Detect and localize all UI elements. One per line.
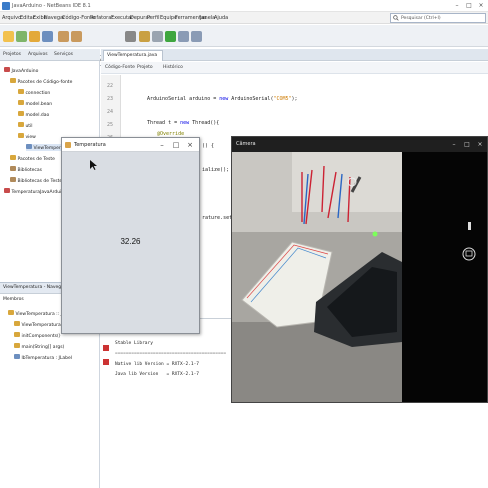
tree-item-util[interactable]: util bbox=[18, 122, 33, 129]
line-number: 24 bbox=[107, 109, 114, 115]
build-hammer-icon[interactable] bbox=[139, 31, 150, 42]
menu-refatorar[interactable]: Refatorar bbox=[90, 15, 113, 21]
new-file-icon[interactable] bbox=[3, 31, 14, 42]
video-mode-icon[interactable] bbox=[468, 222, 471, 230]
undo-icon[interactable] bbox=[58, 31, 69, 42]
code-line[interactable]: ArduinoSerial arduino = new ArduinoSeria… bbox=[147, 96, 298, 102]
redo-icon[interactable] bbox=[71, 31, 82, 42]
menu-ajuda[interactable]: Ajuda bbox=[214, 15, 228, 21]
run-icon[interactable] bbox=[165, 31, 176, 42]
nav-item-main[interactable]: main(String[] args) bbox=[14, 343, 64, 350]
code-line[interactable]: Thread t = new Thread(){ bbox=[147, 120, 219, 126]
nav-item-lbtemperatura[interactable]: lbTemperatura : JLabel bbox=[14, 354, 72, 361]
new-project-icon[interactable] bbox=[16, 31, 27, 42]
nav-item-initcomponents[interactable]: initComponents() bbox=[14, 332, 61, 339]
temperature-window-title: Temperatura bbox=[74, 142, 106, 148]
code-line[interactable]: ialize(); bbox=[202, 167, 229, 173]
tree-item-test-packages[interactable]: Pacotes de Teste bbox=[10, 155, 55, 162]
temperature-value: 32.26 bbox=[120, 237, 141, 246]
tree-item-model-bean[interactable]: model.bean bbox=[18, 100, 52, 107]
editor-tabs: ViewTemperatura.java bbox=[101, 49, 488, 61]
save-all-icon[interactable] bbox=[42, 31, 53, 42]
tab-codigo-fonte[interactable]: Código-Fonte bbox=[105, 65, 135, 70]
tab-projetos[interactable]: Projetos bbox=[3, 52, 21, 57]
menu-janela[interactable]: Janela bbox=[200, 15, 215, 21]
minimize-icon[interactable]: – bbox=[452, 2, 462, 10]
menu-arquivo[interactable]: Arquivo bbox=[2, 15, 21, 21]
java-app-icon bbox=[65, 142, 71, 148]
search-icon bbox=[393, 15, 399, 21]
maximize-icon[interactable]: □ bbox=[170, 140, 182, 150]
camera-titlebar: Câmera – □ × bbox=[232, 137, 487, 152]
editor-tab-viewtemperatura[interactable]: ViewTemperatura.java bbox=[103, 50, 163, 61]
mouse-cursor-icon bbox=[90, 160, 97, 170]
settings-gear-icon[interactable] bbox=[125, 31, 136, 42]
nav-item-constructor[interactable]: ViewTemperatura() bbox=[14, 321, 64, 328]
main-toolbar: <config. default> bbox=[0, 25, 488, 66]
navigator-filter[interactable]: Membros bbox=[3, 297, 24, 302]
close-icon[interactable]: × bbox=[476, 2, 486, 10]
tree-item-connection[interactable]: connection bbox=[18, 89, 50, 96]
netbeans-app-icon bbox=[2, 2, 10, 10]
tree-item-libraries[interactable]: Bibliotecas bbox=[10, 166, 42, 173]
output-line: Java lib Version = RXTX-2.1-7 bbox=[115, 372, 199, 377]
maximize-icon[interactable]: □ bbox=[461, 140, 473, 149]
clean-build-icon[interactable] bbox=[152, 31, 163, 42]
line-number: 23 bbox=[107, 96, 114, 102]
tree-item-view[interactable]: view bbox=[18, 133, 36, 140]
output-line: Native lib Version = RXTX-2.1-7 bbox=[115, 362, 199, 367]
tree-item-source-packages[interactable]: Pacotes de Código-fonte bbox=[10, 78, 72, 85]
minimize-icon[interactable]: – bbox=[448, 140, 460, 149]
output-line: ========================================… bbox=[115, 351, 227, 356]
tree-item-project[interactable]: JavaArduino bbox=[4, 67, 38, 74]
minimize-icon[interactable]: – bbox=[156, 140, 168, 150]
tab-projeto[interactable]: Projeto bbox=[137, 65, 153, 70]
maximize-icon[interactable]: □ bbox=[464, 2, 474, 10]
profile-icon[interactable] bbox=[191, 31, 202, 42]
camera-window: Câmera – □ × bbox=[231, 136, 488, 403]
open-project-icon[interactable] bbox=[29, 31, 40, 42]
search-input[interactable]: Pesquisar (Ctrl+I) bbox=[390, 13, 486, 23]
tab-servicos[interactable]: Serviços bbox=[54, 52, 73, 57]
stop-icon[interactable] bbox=[103, 359, 109, 365]
code-line[interactable]: () { bbox=[202, 143, 214, 149]
project-tabs: Projetos Arquivos Serviços bbox=[0, 49, 100, 61]
tab-historico[interactable]: Histórico bbox=[163, 65, 183, 70]
debug-icon[interactable] bbox=[178, 31, 189, 42]
close-icon[interactable]: × bbox=[474, 140, 486, 149]
temperature-titlebar: Temperatura – □ × bbox=[62, 138, 199, 152]
temperature-window: Temperatura – □ × 32.26 bbox=[61, 137, 200, 334]
line-number: 25 bbox=[107, 122, 114, 128]
camera-feed bbox=[232, 152, 487, 402]
tab-arquivos[interactable]: Arquivos bbox=[28, 52, 48, 57]
line-number: 22 bbox=[107, 83, 114, 89]
window-title: JavaArduino - NetBeans IDE 8.1 bbox=[12, 3, 91, 9]
camera-window-title: Câmera bbox=[236, 141, 256, 147]
search-placeholder: Pesquisar (Ctrl+I) bbox=[401, 16, 441, 21]
tree-item-model-dao[interactable]: model.dao bbox=[18, 111, 49, 118]
menu-perfil[interactable]: Perfil bbox=[147, 15, 160, 21]
editor-toolbar: Código-Fonte Projeto Histórico bbox=[101, 62, 488, 74]
close-icon[interactable]: × bbox=[184, 140, 196, 150]
stop-icon[interactable] bbox=[103, 345, 109, 351]
tree-item-test-libraries[interactable]: Bibliotecas de Testes bbox=[10, 177, 64, 184]
output-line: Stable Library bbox=[115, 341, 153, 346]
title-bar: JavaArduino - NetBeans IDE 8.1 – □ × bbox=[0, 0, 488, 12]
